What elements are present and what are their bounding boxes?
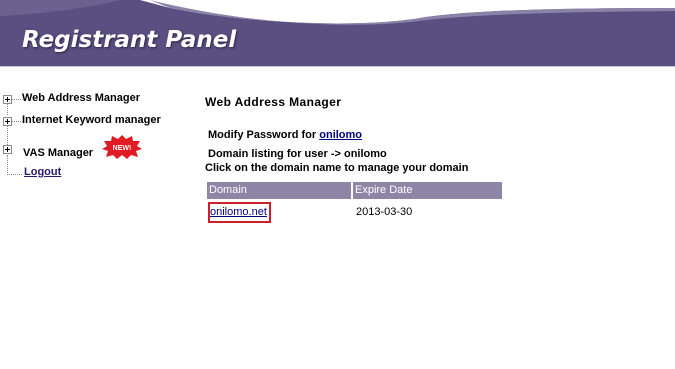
tree-connector <box>7 155 8 173</box>
sidebar-item-label[interactable]: Internet Keyword manager <box>22 114 161 126</box>
expand-icon[interactable] <box>3 145 12 154</box>
expand-icon[interactable] <box>3 95 12 104</box>
expand-icon[interactable] <box>3 117 12 126</box>
column-header-domain: Domain <box>207 182 351 199</box>
tree-connector <box>12 121 21 122</box>
header-banner: Registrant Panel <box>0 0 675 66</box>
domain-listing-text: Domain listing for user -> onilomo <box>208 148 387 160</box>
sidebar-item-label[interactable]: VAS Manager <box>23 147 93 159</box>
instruction-text: Click on the domain name to manage your … <box>205 162 469 174</box>
expire-date-value: 2013-03-30 <box>356 206 413 218</box>
header-divider <box>0 66 675 67</box>
sidebar-item-label[interactable]: Web Address Manager <box>22 92 140 104</box>
section-title: Web Address Manager <box>205 95 342 109</box>
tree-connector <box>7 174 22 175</box>
modify-password-label: Modify Password for <box>208 129 320 141</box>
column-header-expire-date: Expire Date <box>353 182 502 199</box>
new-badge-icon: NEW! <box>102 135 142 159</box>
page-title: Registrant Panel <box>22 27 237 53</box>
modify-password-line: Modify Password for onilomo <box>208 129 362 141</box>
logout-link[interactable]: Logout <box>24 166 61 178</box>
tree-connector <box>7 125 8 145</box>
new-badge-text: NEW! <box>113 145 132 152</box>
domain-link[interactable]: onilomo.net <box>210 206 267 218</box>
tree-connector <box>7 103 8 115</box>
tree-connector <box>12 99 21 100</box>
modify-password-link[interactable]: onilomo <box>319 129 362 141</box>
